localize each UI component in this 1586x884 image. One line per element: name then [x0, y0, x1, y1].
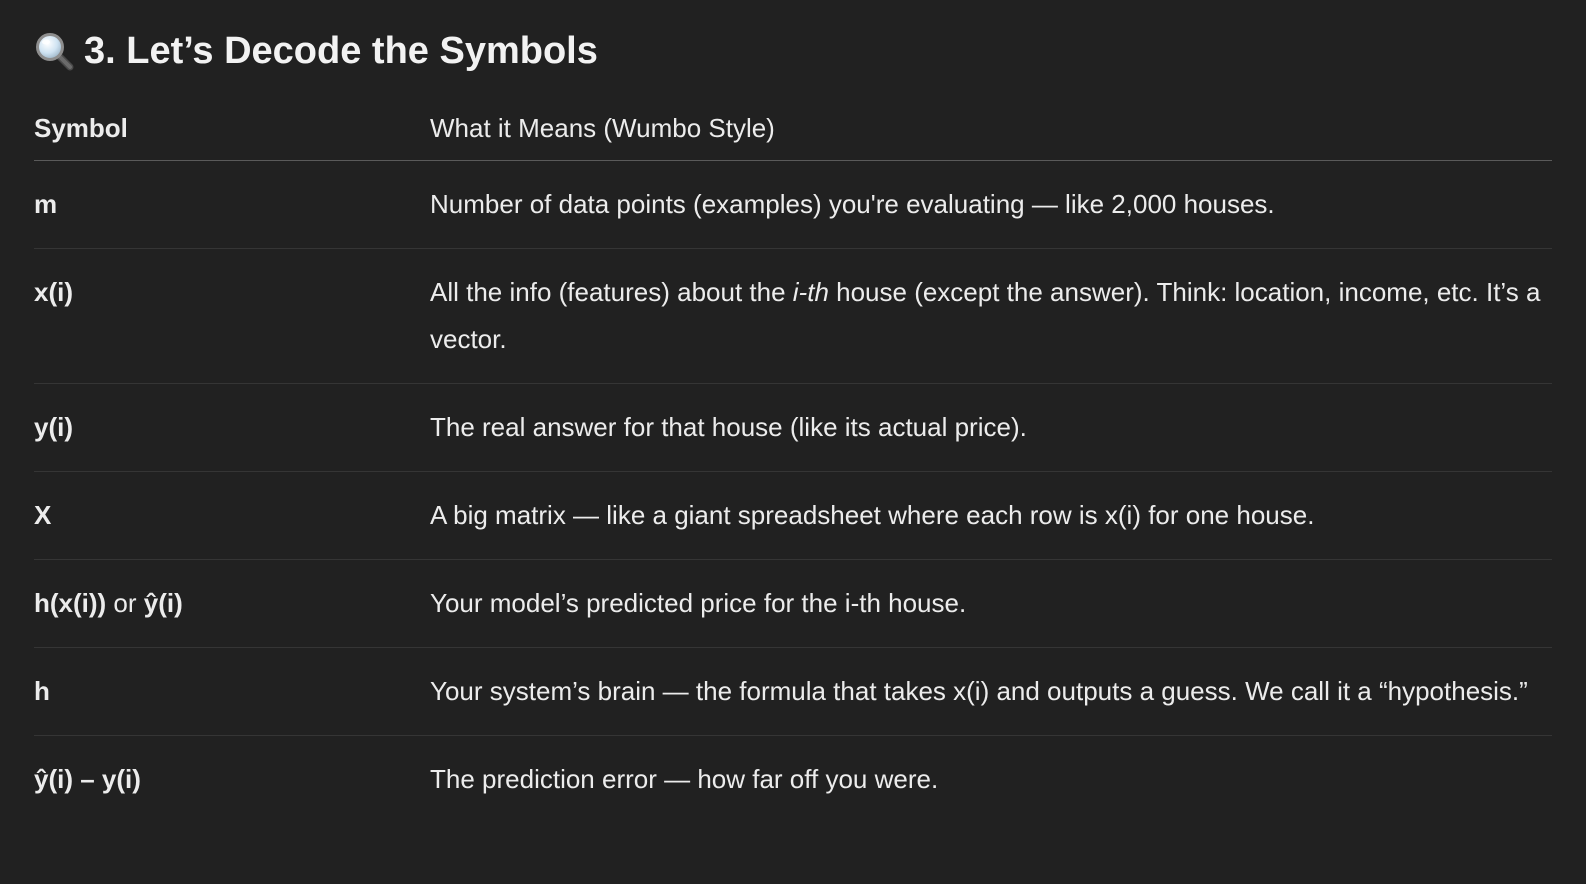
table-row: m Number of data points (examples) you'r…	[34, 160, 1552, 249]
symbol-cell: h(x(i)) or ŷ(i)	[34, 559, 430, 648]
symbols-table: Symbol What it Means (Wumbo Style) m Num…	[34, 96, 1552, 823]
table-row: h(x(i)) or ŷ(i) Your model’s predicted p…	[34, 559, 1552, 648]
magnifying-glass-icon	[34, 31, 74, 71]
meaning-cell: The prediction error — how far off you w…	[430, 764, 939, 794]
table-row: X A big matrix — like a giant spreadshee…	[34, 471, 1552, 560]
meaning-cell: Number of data points (examples) you're …	[430, 160, 1552, 249]
symbol-cell: h	[34, 647, 430, 736]
meaning-cell: Your system’s brain — the formula that t…	[430, 647, 1552, 736]
header-meaning: What it Means (Wumbo Style)	[430, 96, 1552, 161]
symbol-cell: ŷ(i) – y(i)	[34, 764, 141, 794]
symbol-cell: m	[34, 160, 430, 249]
meaning-cell: A big matrix — like a giant spreadsheet …	[430, 471, 1552, 560]
symbol-alternate: ŷ(i)	[143, 588, 183, 618]
symbol-cell: x(i)	[34, 248, 430, 384]
meaning-emphasis: i-th	[792, 277, 829, 307]
meaning-text: All the info (features) about the	[430, 277, 793, 307]
meaning-cell: The real answer for that house (like its…	[430, 383, 1552, 472]
table-row: ŷ(i) – y(i) The prediction error — how f…	[34, 736, 1552, 824]
section-heading: 3. Let’s Decode the Symbols	[34, 26, 598, 76]
meaning-cell: All the info (features) about the i-th h…	[430, 248, 1552, 384]
meaning-cell: Your model’s predicted price for the i-t…	[430, 559, 1552, 648]
table-row: y(i) The real answer for that house (lik…	[34, 383, 1552, 472]
symbol-or: or	[106, 588, 144, 618]
header-symbol: Symbol	[34, 96, 430, 161]
section-title: 3. Let’s Decode the Symbols	[84, 29, 598, 72]
symbol-cell: y(i)	[34, 383, 430, 472]
symbol-primary: h(x(i))	[34, 588, 107, 618]
table-row: x(i) All the info (features) about the i…	[34, 248, 1552, 384]
symbol-cell: X	[34, 471, 430, 560]
table-row: h Your system’s brain — the formula that…	[34, 647, 1552, 736]
table-header-row: Symbol What it Means (Wumbo Style)	[34, 96, 1552, 161]
